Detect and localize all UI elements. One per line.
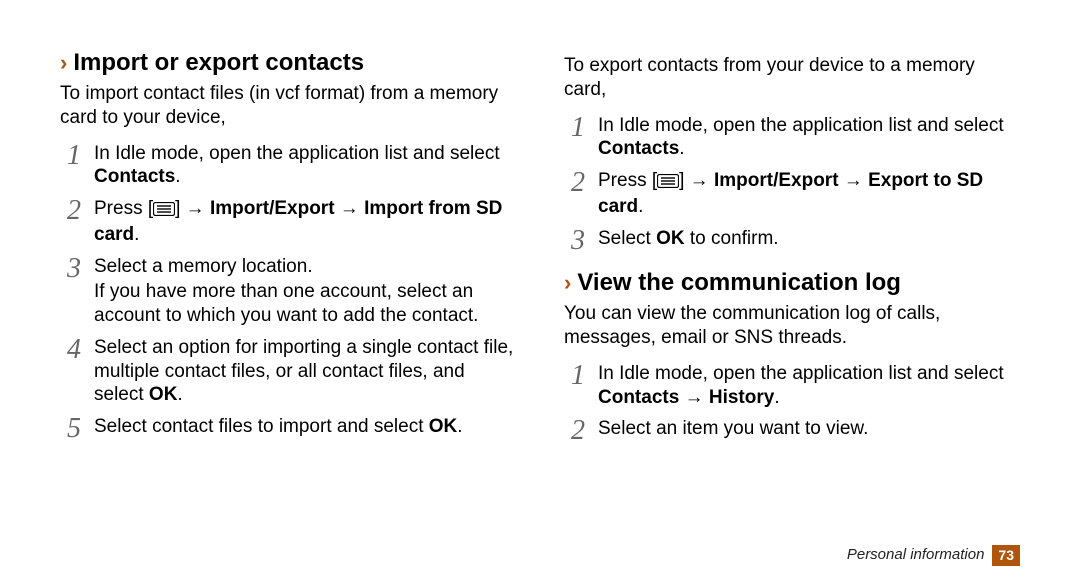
heading-text: View the communication log <box>577 268 901 298</box>
menu-icon <box>153 199 175 223</box>
import-steps: In Idle mode, open the application list … <box>60 142 516 439</box>
step: Select an item you want to view. <box>564 417 1020 441</box>
comm-log-steps: In Idle mode, open the application list … <box>564 362 1020 441</box>
chevron-icon: › <box>564 272 571 294</box>
menu-icon <box>657 171 679 195</box>
export-intro: To export contacts from your device to a… <box>564 54 1020 102</box>
export-steps: In Idle mode, open the application list … <box>564 114 1020 251</box>
footer-label: Personal information <box>847 546 985 565</box>
comm-log-intro: You can view the communication log of ca… <box>564 302 1020 350</box>
step: In Idle mode, open the application list … <box>564 114 1020 162</box>
step: Press [] → Import/Export → Import from S… <box>60 197 516 247</box>
step: In Idle mode, open the application list … <box>60 142 516 190</box>
left-column: › Import or export contacts To import co… <box>60 48 516 550</box>
page: › Import or export contacts To import co… <box>0 0 1080 586</box>
heading-import-export: › Import or export contacts <box>60 48 516 78</box>
step: Select an option for importing a single … <box>60 336 516 407</box>
step: In Idle mode, open the application list … <box>564 362 1020 410</box>
footer: Personal information 73 <box>847 545 1020 567</box>
chevron-icon: › <box>60 52 67 74</box>
heading-text: Import or export contacts <box>73 48 364 78</box>
page-number: 73 <box>992 545 1020 567</box>
right-column: To export contacts from your device to a… <box>564 48 1020 550</box>
step: Press [] → Import/Export → Export to SD … <box>564 169 1020 219</box>
step-sub: If you have more than one account, selec… <box>94 280 516 328</box>
step: Select OK to confirm. <box>564 227 1020 251</box>
heading-comm-log: › View the communication log <box>564 268 1020 298</box>
step: Select a memory location. If you have mo… <box>60 255 516 328</box>
step: Select contact files to import and selec… <box>60 415 516 439</box>
import-intro: To import contact files (in vcf format) … <box>60 82 516 130</box>
